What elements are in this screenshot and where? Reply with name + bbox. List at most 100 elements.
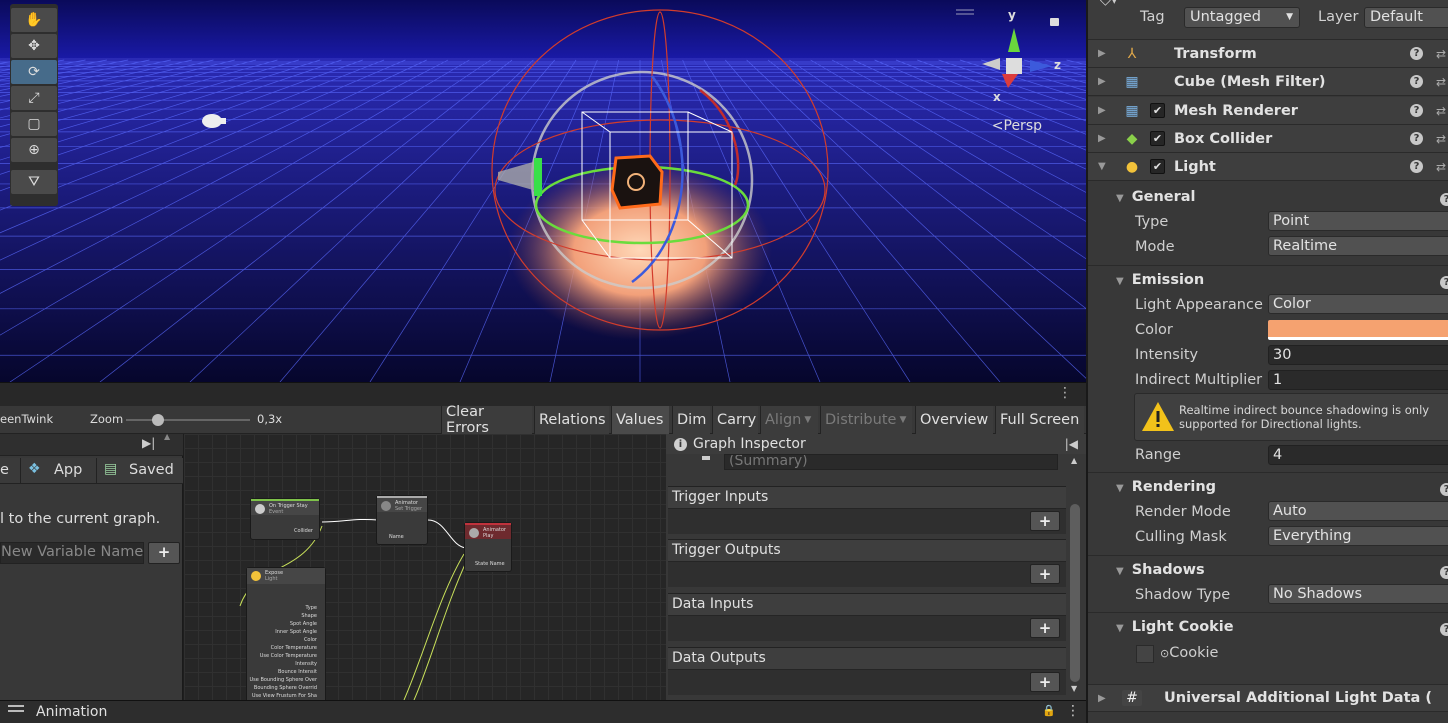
- culling-mask-dropdown[interactable]: Everything: [1268, 526, 1448, 546]
- rect-tool-icon[interactable]: ▢: [11, 112, 57, 136]
- shadow-type-dropdown[interactable]: No Shadows: [1268, 584, 1448, 604]
- new-variable-input[interactable]: New Variable Name): [0, 542, 144, 564]
- relations-button[interactable]: Relations: [534, 406, 609, 434]
- light-port[interactable]: Use Color Temperature: [250, 652, 317, 660]
- kebab-menu-icon[interactable]: ⋮: [1066, 703, 1080, 719]
- carry-button[interactable]: Carry: [712, 406, 758, 434]
- component-transform[interactable]: ▶ ⅄ Transform ? ⇄: [1088, 40, 1448, 68]
- values-button[interactable]: Values: [611, 406, 669, 434]
- full-screen-button[interactable]: Full Screen: [995, 406, 1084, 434]
- collapse-inspector-icon[interactable]: |◀: [1065, 437, 1078, 451]
- settings-icon[interactable]: ⇄: [1436, 104, 1446, 118]
- cookie-texture-slot[interactable]: [1136, 645, 1154, 663]
- expand-arrow-icon[interactable]: ▶: [1098, 76, 1110, 87]
- rotate-tool-icon[interactable]: ⟳: [11, 60, 57, 84]
- move-tool-icon[interactable]: ✥: [11, 34, 57, 58]
- object-picker-icon[interactable]: ⊙: [1160, 647, 1169, 660]
- component-mesh-renderer[interactable]: ▶ ▦ ✔ Mesh Renderer ? ⇄: [1088, 97, 1448, 125]
- help-icon[interactable]: ?: [1440, 276, 1448, 289]
- expand-arrow-icon[interactable]: ▶: [1098, 693, 1110, 704]
- static-dropdown-icon[interactable]: ◇▾: [1100, 0, 1118, 8]
- help-icon[interactable]: ?: [1410, 132, 1423, 145]
- add-trigger-input-button[interactable]: +: [1030, 511, 1060, 531]
- help-icon[interactable]: ?: [1410, 160, 1423, 173]
- settings-icon[interactable]: ⇄: [1436, 47, 1446, 61]
- light-port[interactable]: Intensity: [250, 660, 317, 668]
- rendering-group[interactable]: ▼ Rendering: [1116, 479, 1216, 495]
- light-port[interactable]: Bounding Sphere Overrid: [250, 684, 317, 692]
- projection-toggle[interactable]: <Persp: [992, 118, 1042, 134]
- kebab-menu-icon[interactable]: ⋮: [1058, 385, 1072, 401]
- lock-icon[interactable]: 🔒: [1042, 704, 1056, 717]
- add-trigger-output-button[interactable]: +: [1030, 564, 1060, 584]
- collider-port[interactable]: Collider: [294, 528, 313, 534]
- light-port[interactable]: Shape: [250, 612, 317, 620]
- enabled-checkbox[interactable]: ✔: [1150, 131, 1165, 146]
- inspector-scrollbar[interactable]: ▲ ▼: [1068, 456, 1082, 696]
- set-trigger-node[interactable]: Animator Set Trigger Name: [376, 495, 428, 545]
- distribute-dropdown[interactable]: Distribute ▼: [820, 406, 912, 434]
- clear-errors-button[interactable]: Clear Errors: [441, 404, 532, 436]
- align-dropdown[interactable]: Align ▼: [760, 406, 818, 434]
- tab-saved[interactable]: Saved: [129, 462, 174, 478]
- custom-tool-icon[interactable]: ⛛: [11, 170, 57, 194]
- render-mode-dropdown[interactable]: Auto: [1268, 501, 1448, 521]
- hand-tool-icon[interactable]: ✋: [11, 8, 57, 32]
- tab-graph[interactable]: e: [0, 462, 9, 478]
- play-node[interactable]: Animator Play State Name: [464, 522, 512, 572]
- add-data-input-button[interactable]: +: [1030, 618, 1060, 638]
- graph-canvas[interactable]: On Trigger Stay Event Collider Animator …: [184, 434, 666, 700]
- overview-button[interactable]: Overview: [915, 406, 993, 434]
- help-icon[interactable]: ?: [1410, 104, 1423, 117]
- component-universal-additional-light-data[interactable]: ▶ # Universal Additional Light Data (: [1088, 684, 1448, 712]
- help-icon[interactable]: ?: [1410, 47, 1423, 60]
- expand-arrow-icon[interactable]: ▶: [1098, 48, 1110, 59]
- add-variable-button[interactable]: +: [148, 542, 180, 564]
- tag-dropdown[interactable]: Untagged ▼: [1184, 7, 1300, 28]
- help-icon[interactable]: ?: [1440, 566, 1448, 579]
- state-name-port[interactable]: State Name: [475, 561, 505, 567]
- shadows-group[interactable]: ▼ Shadows: [1116, 562, 1205, 578]
- animation-tab[interactable]: Animation: [36, 704, 107, 720]
- zoom-slider-thumb[interactable]: [152, 414, 164, 426]
- on-trigger-stay-node[interactable]: On Trigger Stay Event Collider: [250, 498, 320, 540]
- component-light[interactable]: ▼ ● ✔ Light ? ⇄: [1088, 153, 1448, 181]
- scene-view[interactable]: ✋ ✥ ⟳ ⤢ ▢ ⊕ ⛛ y z x <Persp: [0, 0, 1086, 382]
- mode-dropdown[interactable]: Realtime: [1268, 236, 1448, 256]
- scroll-up-icon[interactable]: ▲: [1071, 456, 1077, 465]
- component-box-collider[interactable]: ▶ ◆ ✔ Box Collider ? ⇄: [1088, 125, 1448, 153]
- add-data-output-button[interactable]: +: [1030, 672, 1060, 692]
- zoom-slider[interactable]: [126, 414, 250, 426]
- intensity-field[interactable]: 30: [1268, 345, 1448, 365]
- help-icon[interactable]: ?: [1410, 75, 1423, 88]
- settings-icon[interactable]: ⇄: [1436, 75, 1446, 89]
- scroll-down-icon[interactable]: ▼: [1071, 684, 1077, 693]
- light-port[interactable]: Bounce Intensit: [250, 668, 317, 676]
- collapse-panel-icon[interactable]: ▶|: [142, 436, 155, 450]
- settings-icon[interactable]: ⇄: [1436, 160, 1446, 174]
- light-appearance-dropdown[interactable]: Color: [1268, 294, 1448, 314]
- expose-light-node[interactable]: Expose Light Type Shape Spot Angle Inner Sp…: [246, 567, 326, 700]
- lock-icon[interactable]: [1050, 18, 1059, 26]
- tab-app[interactable]: App: [54, 462, 82, 478]
- light-port[interactable]: Spot Angle: [250, 620, 317, 628]
- light-port[interactable]: Color: [250, 636, 317, 644]
- indirect-multiplier-field[interactable]: 1: [1268, 370, 1448, 390]
- type-dropdown[interactable]: Point: [1268, 211, 1448, 231]
- light-port[interactable]: Use Bounding Sphere Over: [250, 676, 317, 684]
- light-port[interactable]: Inner Spot Angle: [250, 628, 317, 636]
- component-mesh-filter[interactable]: ▶ ▦ Cube (Mesh Filter) ? ⇄: [1088, 68, 1448, 96]
- layer-dropdown[interactable]: Default: [1364, 7, 1448, 28]
- color-swatch[interactable]: [1268, 320, 1448, 340]
- enabled-checkbox[interactable]: ✔: [1150, 103, 1165, 118]
- help-icon[interactable]: ?: [1440, 193, 1448, 206]
- summary-field[interactable]: (Summary): [724, 454, 1058, 470]
- expand-arrow-icon[interactable]: ▶: [1098, 133, 1110, 144]
- settings-icon[interactable]: ⇄: [1436, 132, 1446, 146]
- collapse-arrow-icon[interactable]: ▼: [1098, 161, 1110, 172]
- range-field[interactable]: 4: [1268, 445, 1448, 465]
- scale-tool-icon[interactable]: ⤢: [11, 86, 57, 110]
- light-port[interactable]: Color Temperature: [250, 644, 317, 652]
- name-port[interactable]: Name: [389, 534, 404, 540]
- enabled-checkbox[interactable]: ✔: [1150, 159, 1165, 174]
